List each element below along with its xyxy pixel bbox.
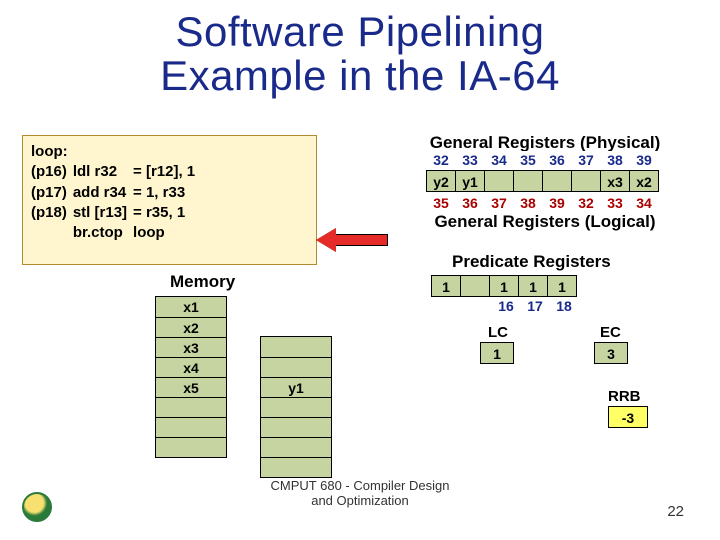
code-row: (p17)add r34= 1, r33 <box>31 183 201 203</box>
memory-label: Memory <box>170 272 235 292</box>
title-line-2: Example in the IA-64 <box>160 52 560 99</box>
footer-text: CMPUT 680 - Compiler Design and Optimiza… <box>0 478 720 508</box>
rrb-value: -3 <box>608 406 648 428</box>
university-logo <box>22 492 52 522</box>
predicate-values: 1 1 1 1 <box>432 275 577 297</box>
phys-reg-numbers: 32 33 34 35 36 37 38 39 <box>427 151 659 169</box>
predicate-label: Predicate Registers <box>452 252 611 272</box>
log-reg-numbers: 35 36 37 38 39 32 33 34 <box>427 194 659 212</box>
code-table: (p16)ldl r32= [r12], 1 (p17)add r34= 1, … <box>31 162 201 243</box>
code-listing: loop: (p16)ldl r32= [r12], 1 (p17)add r3… <box>22 135 317 265</box>
gen-log-label: General Registers (Logical) <box>405 212 685 232</box>
predicate-numbers: 16 17 18 <box>492 297 579 315</box>
slide-title: Software Pipelining Example in the IA-64 <box>0 0 720 98</box>
code-row: (p16)ldl r32= [r12], 1 <box>31 162 201 182</box>
code-row: br.ctoploop <box>31 223 201 243</box>
code-row: (p18)stl [r13]= r35, 1 <box>31 203 201 223</box>
phys-reg-values: y2 y1 x3 x2 <box>427 170 659 192</box>
title-line-1: Software Pipelining <box>175 8 544 55</box>
lc-value: 1 <box>480 342 514 364</box>
memory-stack-left: x1 x2 x3 x4 x5 <box>155 296 227 458</box>
ec-value: 3 <box>594 342 628 364</box>
memory-stack-right: y1 <box>260 336 332 478</box>
loop-label: loop: <box>31 142 308 162</box>
page-number: 22 <box>667 503 684 520</box>
ec-label: EC <box>600 324 621 341</box>
gen-phys-label: General Registers (Physical) <box>405 133 685 153</box>
lc-label: LC <box>488 324 508 341</box>
rrb-label: RRB <box>608 388 641 405</box>
